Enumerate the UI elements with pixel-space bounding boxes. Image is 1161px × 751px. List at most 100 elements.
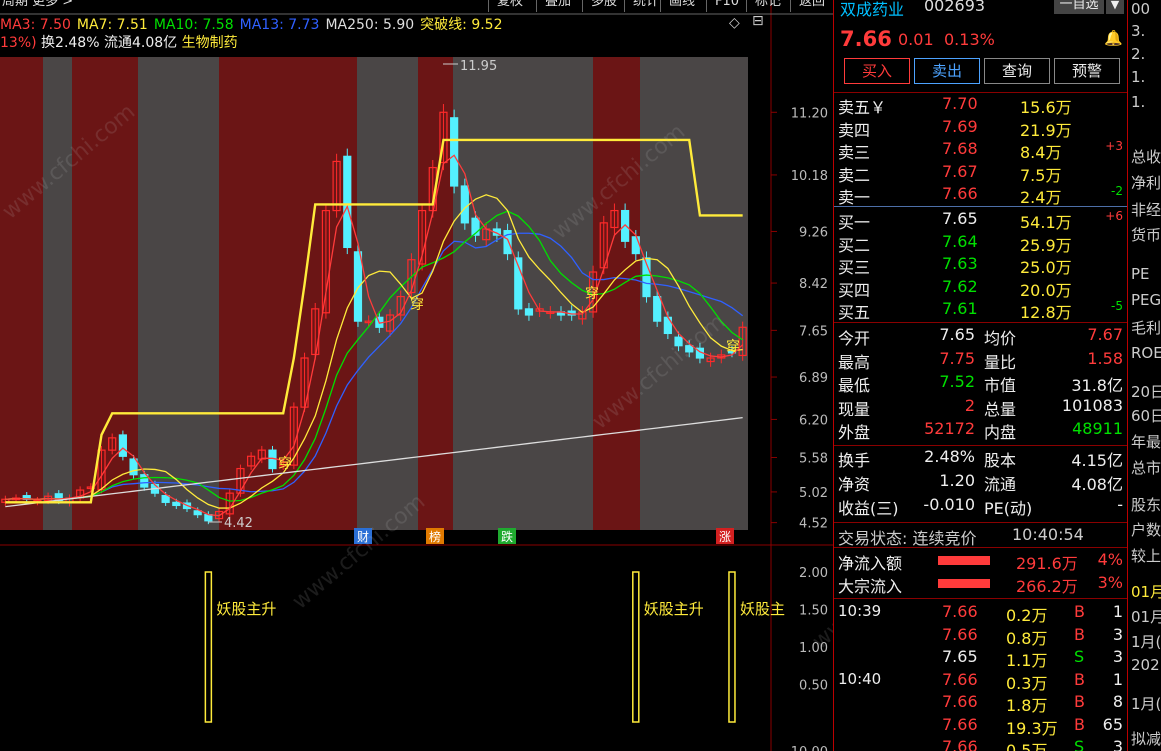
level-price: 7.67 bbox=[942, 161, 978, 181]
far-right-text: 20日 bbox=[1131, 383, 1161, 401]
chart-toolbar: 周期 更多 > 复权 叠加 多股 统计 画线 F10 标记 返回 bbox=[0, 0, 833, 14]
far-right-text: 00 bbox=[1131, 0, 1151, 18]
level-delta: -2 bbox=[1111, 184, 1123, 198]
quote-label: 今开 bbox=[838, 329, 871, 348]
bid-level-row[interactable]: 买二 7.64 25.9万 bbox=[838, 232, 1123, 255]
period-band bbox=[43, 57, 72, 530]
toolbar-item[interactable]: 返回 bbox=[790, 0, 833, 12]
kline-svg[interactable]: 11.20 10.18 9.26 8.42 7.65 6.89 6.20 5.58 5.02 4.… bbox=[0, 0, 833, 751]
far-right-text: 较上 bbox=[1131, 547, 1161, 565]
candle[interactable] bbox=[460, 178, 469, 230]
flow-row: 大宗流入 266.2万 3% bbox=[838, 573, 1123, 596]
stock-code: 002693 bbox=[924, 0, 986, 15]
tick-time: 10:39 bbox=[838, 602, 882, 620]
quote-row: 现量 2 总量 101083 bbox=[838, 396, 1123, 419]
candle[interactable] bbox=[343, 148, 352, 255]
bid-level-row[interactable]: 买三 7.63 25.0万 bbox=[838, 254, 1123, 277]
candle[interactable] bbox=[450, 109, 459, 194]
far-right-text: 净利 bbox=[1131, 174, 1161, 192]
turnover-text: 换2.48% bbox=[41, 35, 100, 51]
watchlist-button[interactable]: 一自选 bbox=[1054, 0, 1104, 14]
tick-side: B bbox=[1074, 624, 1085, 644]
bid-level-row[interactable]: 买四 7.62 20.0万 bbox=[838, 276, 1123, 300]
level-label: 卖二 bbox=[838, 165, 871, 185]
far-right-text: 60日 bbox=[1131, 407, 1161, 425]
level-label: 卖四 bbox=[838, 120, 871, 140]
quote-label: 均价 bbox=[984, 329, 1017, 348]
last-price: 7.66 bbox=[840, 27, 892, 51]
far-right-text: 货币 bbox=[1131, 226, 1161, 244]
tick-price: 7.66 bbox=[942, 692, 978, 711]
tick-volume: 0.2万 bbox=[1006, 606, 1048, 625]
sector-text[interactable]: 生物制药 bbox=[182, 35, 238, 51]
ask-level-row[interactable]: 卖三 7.68 8.4万 +3 bbox=[838, 139, 1123, 162]
toolbar-item[interactable]: 复权 bbox=[488, 0, 531, 12]
fund-label: 换手 bbox=[838, 451, 871, 470]
bell-icon[interactable]: 🔔 bbox=[1104, 29, 1123, 47]
ask-level-row[interactable]: 卖五￥ 7.70 15.6万 bbox=[838, 94, 1123, 117]
toolbar-item[interactable]: 标记 bbox=[746, 0, 789, 12]
fund-label: PE(动) bbox=[984, 499, 1033, 518]
sell-button[interactable]: 卖出 bbox=[914, 58, 980, 84]
level-label: 卖五￥ bbox=[838, 98, 887, 117]
level-price: 7.63 bbox=[942, 254, 978, 273]
kline-chart-area[interactable]: 11.20 10.18 9.26 8.42 7.65 6.89 6.20 5.58 5.02 4.… bbox=[0, 0, 833, 751]
fund-value: 4.08亿 bbox=[1071, 475, 1123, 494]
fund-value: 4.15亿 bbox=[1071, 451, 1123, 470]
ask-level-row[interactable]: 卖一 7.66 2.4万 -2 bbox=[838, 184, 1123, 207]
trade-status-time: 10:40:54 bbox=[1012, 525, 1084, 544]
ma-legend-item: 突破线: 9.52 bbox=[420, 17, 503, 33]
fund-label: 流通 bbox=[984, 475, 1017, 494]
quote-row: 最高 7.75 量比 1.58 bbox=[838, 348, 1123, 372]
ask-level-row[interactable]: 卖二 7.67 7.5万 bbox=[838, 161, 1123, 185]
far-right-text: 202 bbox=[1131, 656, 1160, 674]
fundamental-row: 收益(三) -0.010 PE(动) - bbox=[838, 495, 1123, 518]
flow-label: 大宗流入 bbox=[838, 577, 903, 596]
flow-row: 净流入额 291.6万 4% bbox=[838, 550, 1123, 573]
quote-value: 7.65 bbox=[939, 325, 975, 344]
tick-price: 7.65 bbox=[942, 647, 978, 666]
diamond-icon[interactable]: ◇ bbox=[729, 15, 740, 31]
indicator-label: 妖股主升 bbox=[644, 600, 704, 618]
period-menu[interactable]: 周期 更多 > bbox=[2, 0, 73, 8]
toolbar-item[interactable]: 画线 bbox=[660, 0, 703, 12]
bid-level-row[interactable]: 买一 7.65 54.1万 +6 bbox=[838, 209, 1123, 232]
period-band bbox=[357, 57, 418, 530]
low-annotation: 4.42 bbox=[224, 516, 253, 531]
quote-value: 7.75 bbox=[939, 348, 975, 368]
price-axis-label: 9.26 bbox=[799, 225, 828, 240]
level-label: 买四 bbox=[838, 280, 871, 300]
fund-label: 净资 bbox=[838, 475, 871, 494]
alert-button[interactable]: 预警 bbox=[1054, 58, 1120, 84]
level-price: 7.61 bbox=[942, 299, 978, 318]
far-right-text: 01月 bbox=[1131, 583, 1161, 601]
flow-value: 291.6万 bbox=[1016, 554, 1078, 573]
quote-value: 1.58 bbox=[1087, 348, 1123, 368]
tick-volume: 1.8万 bbox=[1006, 696, 1048, 715]
toolbar-item[interactable]: 多股 bbox=[582, 0, 625, 12]
period-band bbox=[418, 57, 453, 530]
level-volume: 12.8万 bbox=[1020, 303, 1072, 322]
bid-level-row[interactable]: 买五 7.61 12.8万 -5 bbox=[838, 299, 1123, 322]
quote-value: 48911 bbox=[1072, 419, 1123, 438]
level-volume: 21.9万 bbox=[1020, 120, 1072, 140]
candle[interactable] bbox=[129, 454, 138, 479]
quote-label: 最低 bbox=[838, 376, 871, 395]
fund-label: 股本 bbox=[984, 451, 1017, 470]
ask-level-row[interactable]: 卖四 7.69 21.9万 bbox=[838, 117, 1123, 140]
price-pct: 0.13% bbox=[944, 30, 995, 49]
dropdown-icon[interactable]: ▼ bbox=[1106, 0, 1124, 14]
tick-count: 1 bbox=[1112, 669, 1123, 689]
toolbar-item[interactable]: F10 bbox=[706, 0, 747, 12]
far-right-text: 1月( bbox=[1131, 695, 1161, 713]
ma-legend-item: MA7: 7.51 bbox=[76, 17, 148, 33]
period-band bbox=[453, 57, 593, 530]
candle[interactable] bbox=[118, 430, 127, 461]
level-price: 7.62 bbox=[942, 276, 978, 296]
collapse-icon[interactable]: ⊟ bbox=[752, 13, 764, 29]
toolbar-item[interactable]: 叠加 bbox=[536, 0, 579, 12]
far-right-text: 1月( bbox=[1131, 633, 1161, 651]
query-button[interactable]: 查询 bbox=[984, 58, 1050, 84]
far-right-text: 3. bbox=[1131, 22, 1146, 40]
buy-button[interactable]: 买入 bbox=[844, 58, 910, 84]
